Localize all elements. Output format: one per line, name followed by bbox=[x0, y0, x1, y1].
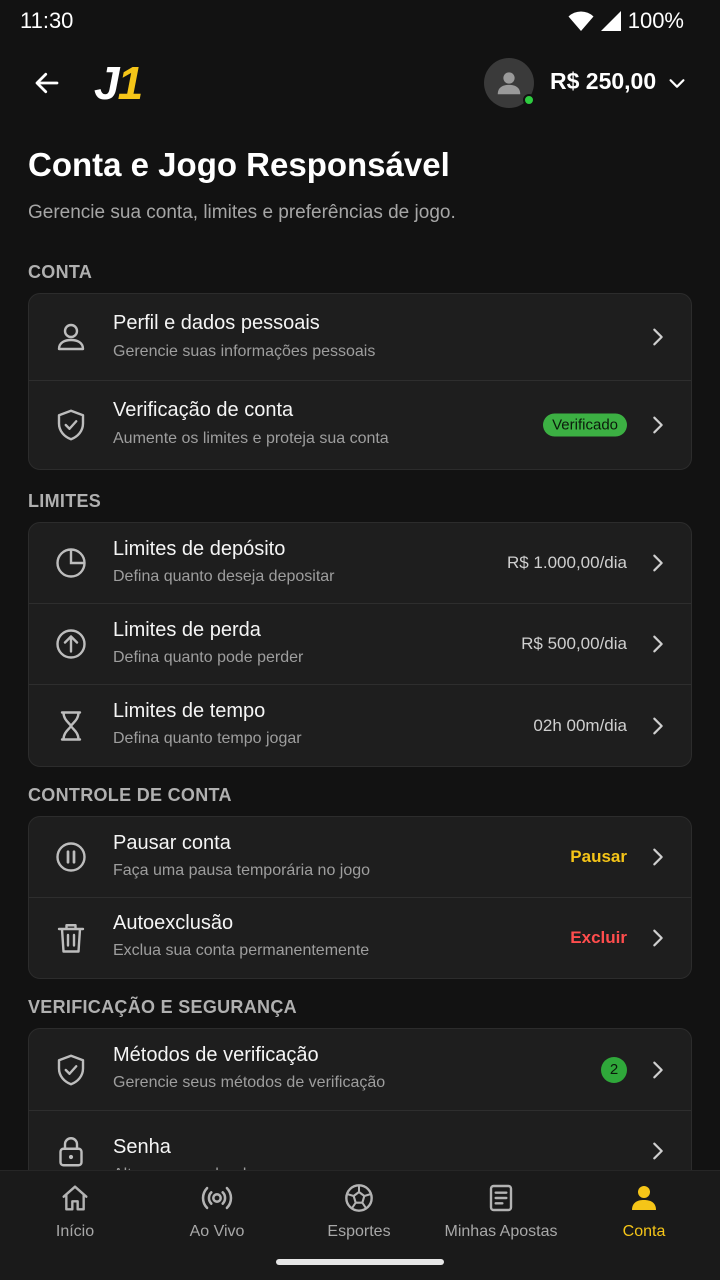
nav-label: Minhas Apostas bbox=[444, 1223, 558, 1240]
row-limite-deposito[interactable]: Limites de depósito Defina quanto deseja… bbox=[29, 523, 691, 604]
status-indicators: 100% bbox=[568, 8, 684, 34]
battery-text: 100% bbox=[627, 8, 684, 33]
row-desc: Faça uma pausa temporária no jogo bbox=[113, 862, 371, 879]
row-title: Autoexclusão bbox=[113, 912, 234, 934]
signal-icon bbox=[600, 10, 622, 32]
chevron-down-icon[interactable] bbox=[666, 72, 688, 94]
pause-action[interactable]: Pausar bbox=[570, 847, 627, 867]
section-label-limites: LIMITES bbox=[28, 491, 102, 511]
page-title: Conta e Jogo Responsável bbox=[28, 146, 450, 183]
nav-label: Início bbox=[55, 1223, 95, 1240]
arrow-up-circle-icon bbox=[51, 624, 91, 664]
chevron-right-icon bbox=[653, 328, 663, 346]
chevron-right-icon bbox=[653, 1142, 663, 1160]
card-seguranca: Métodos de verificação Gerencie seus mét… bbox=[28, 1028, 692, 1188]
row-verificacao[interactable]: Verificação de conta Aumente os limites … bbox=[29, 381, 691, 469]
nav-item-inicio[interactable]: Início bbox=[3, 1181, 147, 1251]
nav-item-conta[interactable]: Conta bbox=[572, 1181, 716, 1251]
row-desc: Aumente os limites e proteja sua conta bbox=[113, 430, 389, 447]
nav-label: Conta bbox=[622, 1223, 666, 1240]
nav-label: Esportes bbox=[327, 1223, 391, 1240]
bet-slip-icon bbox=[484, 1181, 518, 1215]
nav-item-esportes[interactable]: Esportes bbox=[287, 1181, 431, 1251]
soccer-ball-icon bbox=[342, 1181, 376, 1215]
row-title: Limites de tempo bbox=[113, 700, 266, 722]
row-value: 02h 00m/dia bbox=[533, 715, 627, 735]
row-value: R$ 500,00/dia bbox=[521, 634, 627, 653]
section-label-controle: CONTROLE DE CONTA bbox=[28, 785, 232, 805]
avatar[interactable] bbox=[484, 58, 535, 108]
nav-item-minhas-apostas[interactable]: Minhas Apostas bbox=[429, 1181, 573, 1251]
card-controle: Pausar conta Faça uma pausa temporária n… bbox=[28, 816, 692, 979]
row-title: Senha bbox=[113, 1136, 171, 1158]
row-limite-perda[interactable]: Limites de perda Defina quanto pode perd… bbox=[29, 604, 691, 685]
back-button[interactable] bbox=[26, 62, 68, 104]
row-pausar-conta[interactable]: Pausar conta Faça uma pausa temporária n… bbox=[29, 817, 691, 898]
chevron-right-icon bbox=[653, 554, 663, 572]
count-badge: 2 bbox=[601, 1056, 627, 1083]
status-time: 11:30 bbox=[20, 8, 74, 33]
row-desc: Gerencie seus métodos de verificação bbox=[113, 1074, 386, 1091]
online-status-dot bbox=[523, 94, 535, 106]
nav-label: Ao Vivo bbox=[189, 1223, 245, 1240]
row-title: Limites de perda bbox=[113, 619, 261, 641]
section-label-conta: CONTA bbox=[28, 262, 93, 282]
app-header: J1 R$ 250,00 bbox=[0, 52, 720, 114]
row-autoexclusao[interactable]: Autoexclusão Exclua sua conta permanente… bbox=[29, 898, 691, 978]
row-desc: Defina quanto pode perder bbox=[113, 649, 304, 666]
row-limite-tempo[interactable]: Limites de tempo Defina quanto tempo jog… bbox=[29, 685, 691, 766]
card-limites: Limites de depósito Defina quanto deseja… bbox=[28, 522, 692, 767]
row-title: Verificação de conta bbox=[113, 399, 294, 421]
chevron-right-icon bbox=[653, 416, 663, 434]
user-icon bbox=[51, 317, 91, 357]
home-indicator[interactable] bbox=[276, 1259, 444, 1265]
chevron-right-icon bbox=[653, 1061, 663, 1078]
user-avatar-icon bbox=[497, 72, 521, 95]
row-desc: Gerencie suas informações pessoais bbox=[113, 343, 376, 360]
chevron-right-icon bbox=[653, 848, 663, 866]
pause-circle-icon bbox=[51, 837, 91, 877]
lock-icon bbox=[51, 1131, 91, 1171]
row-perfil[interactable]: Perfil e dados pessoais Gerencie suas in… bbox=[29, 294, 691, 381]
row-title: Pausar conta bbox=[113, 832, 231, 854]
verified-badge: Verificado bbox=[543, 413, 627, 437]
pie-chart-icon bbox=[51, 543, 91, 583]
chevron-right-icon bbox=[653, 635, 663, 653]
app-logo[interactable]: J1 bbox=[94, 56, 143, 110]
chevron-right-icon bbox=[653, 717, 663, 734]
live-broadcast-icon bbox=[200, 1181, 234, 1215]
hourglass-icon bbox=[51, 706, 91, 746]
row-desc: Exclua sua conta permanentemente bbox=[113, 942, 370, 959]
home-icon bbox=[58, 1181, 92, 1215]
exclude-action[interactable]: Excluir bbox=[570, 928, 627, 948]
row-desc: Defina quanto tempo jogar bbox=[113, 730, 302, 747]
wifi-icon bbox=[568, 10, 594, 32]
page-subtitle: Gerencie sua conta, limites e preferênci… bbox=[28, 202, 456, 223]
card-conta: Perfil e dados pessoais Gerencie suas in… bbox=[28, 293, 692, 470]
arrow-left-icon bbox=[35, 72, 59, 94]
trash-icon bbox=[51, 918, 91, 958]
row-title: Limites de depósito bbox=[113, 538, 286, 560]
user-icon bbox=[627, 1181, 661, 1215]
section-label-seguranca: VERIFICAÇÃO E SEGURANÇA bbox=[28, 997, 297, 1017]
screen: 11:30 100% J1 R$ 250,00 Conta e Jogo Res… bbox=[0, 0, 720, 1280]
row-title: Métodos de verificação bbox=[113, 1044, 319, 1066]
row-value: R$ 1.000,00/dia bbox=[506, 553, 627, 572]
chevron-right-icon bbox=[653, 929, 663, 947]
shield-check-icon bbox=[51, 1050, 91, 1090]
shield-check-icon bbox=[51, 405, 91, 445]
status-bar: 11:30 100% bbox=[0, 0, 720, 40]
row-title: Perfil e dados pessoais bbox=[113, 312, 320, 334]
balance-amount[interactable]: R$ 250,00 bbox=[550, 68, 656, 95]
row-metodos-verificacao[interactable]: Métodos de verificação Gerencie seus mét… bbox=[29, 1029, 691, 1111]
nav-item-ao-vivo[interactable]: Ao Vivo bbox=[145, 1181, 289, 1251]
row-desc: Defina quanto deseja depositar bbox=[113, 568, 335, 585]
